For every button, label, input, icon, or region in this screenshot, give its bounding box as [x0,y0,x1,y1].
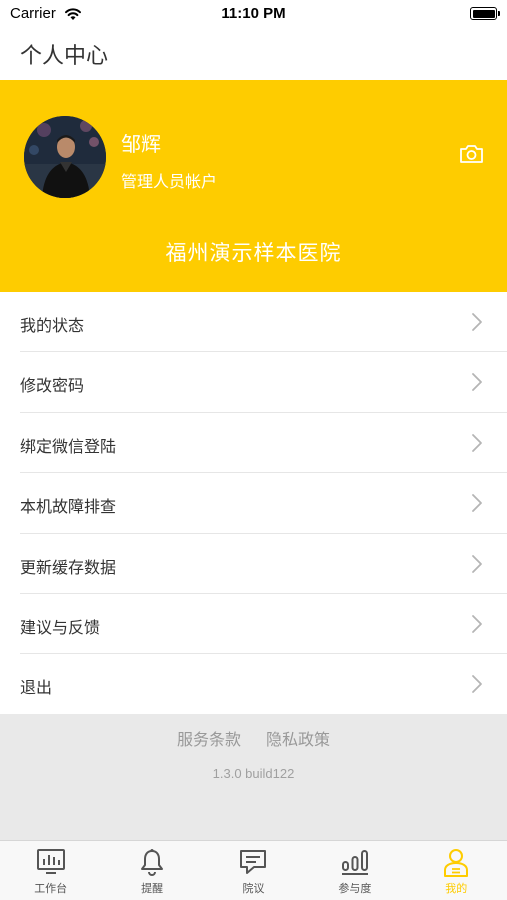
menu-item-update-cache[interactable]: 更新缓存数据 [0,534,507,594]
bar-chart-icon [340,848,370,880]
chevron-right-icon [471,433,483,457]
chat-icon [238,848,268,880]
user-name: 邹辉 [121,132,161,156]
menu-item-label: 本机故障排查 [20,497,117,517]
terms-link[interactable]: 服务条款 [177,730,241,749]
tab-discussion[interactable]: 院议 [203,841,304,900]
chevron-right-icon [471,372,483,396]
settings-menu: 我的状态 修改密码 绑定微信登陆 本机故障排查 更新缓存数据 建议与反馈 退出 [0,292,507,715]
dashboard-icon [36,848,66,880]
tab-label: 参与度 [338,882,372,895]
chevron-right-icon [471,614,483,638]
account-type: 管理人员帐户 [121,172,218,191]
menu-item-troubleshoot[interactable]: 本机故障排查 [0,473,507,534]
tab-dashboard[interactable]: 工作台 [0,841,101,900]
menu-item-label: 修改密码 [20,376,85,396]
status-bar: Carrier 11:10 PM [0,0,507,28]
menu-item-change-password[interactable]: 修改密码 [0,352,507,413]
menu-item-logout[interactable]: 退出 [0,654,507,714]
chevron-right-icon [471,674,483,698]
footer: 服务条款 隐私政策 1.3.0 build122 [0,714,507,840]
footer-links: 服务条款 隐私政策 [0,726,507,750]
chevron-right-icon [471,554,483,578]
menu-item-status[interactable]: 我的状态 [0,292,507,353]
privacy-link[interactable]: 隐私政策 [266,730,330,749]
tab-bar: 工作台 提醒 院议 参与度 我的 [0,840,507,900]
camera-icon[interactable] [459,144,484,168]
profile-card: 邹辉 管理人员帐户 福州演示样本医院 [0,80,507,292]
tab-engagement[interactable]: 参与度 [304,841,405,900]
chevron-right-icon [471,493,483,517]
menu-item-label: 更新缓存数据 [20,557,117,577]
tab-reminders[interactable]: 提醒 [101,841,202,900]
avatar[interactable] [24,116,106,198]
tab-label: 工作台 [34,882,68,895]
menu-item-feedback[interactable]: 建议与反馈 [0,594,507,655]
bell-icon [139,848,165,880]
tab-label: 我的 [445,882,468,895]
clock: 11:10 PM [221,5,286,22]
battery-icon [470,7,500,20]
page-title: 个人中心 [20,44,109,69]
menu-item-label: 退出 [20,678,53,698]
version-label: 1.3.0 build122 [212,766,295,781]
user-icon [442,848,470,882]
tab-mine[interactable]: 我的 [406,841,507,900]
menu-item-bind-wechat[interactable]: 绑定微信登陆 [0,413,507,474]
menu-item-label: 建议与反馈 [20,617,101,637]
menu-item-label: 绑定微信登陆 [20,436,117,456]
chevron-right-icon [471,312,483,336]
tab-label: 院议 [242,882,265,895]
tab-label: 提醒 [141,882,164,895]
hospital-name: 福州演示样本医院 [165,241,342,265]
menu-item-label: 我的状态 [20,316,85,335]
